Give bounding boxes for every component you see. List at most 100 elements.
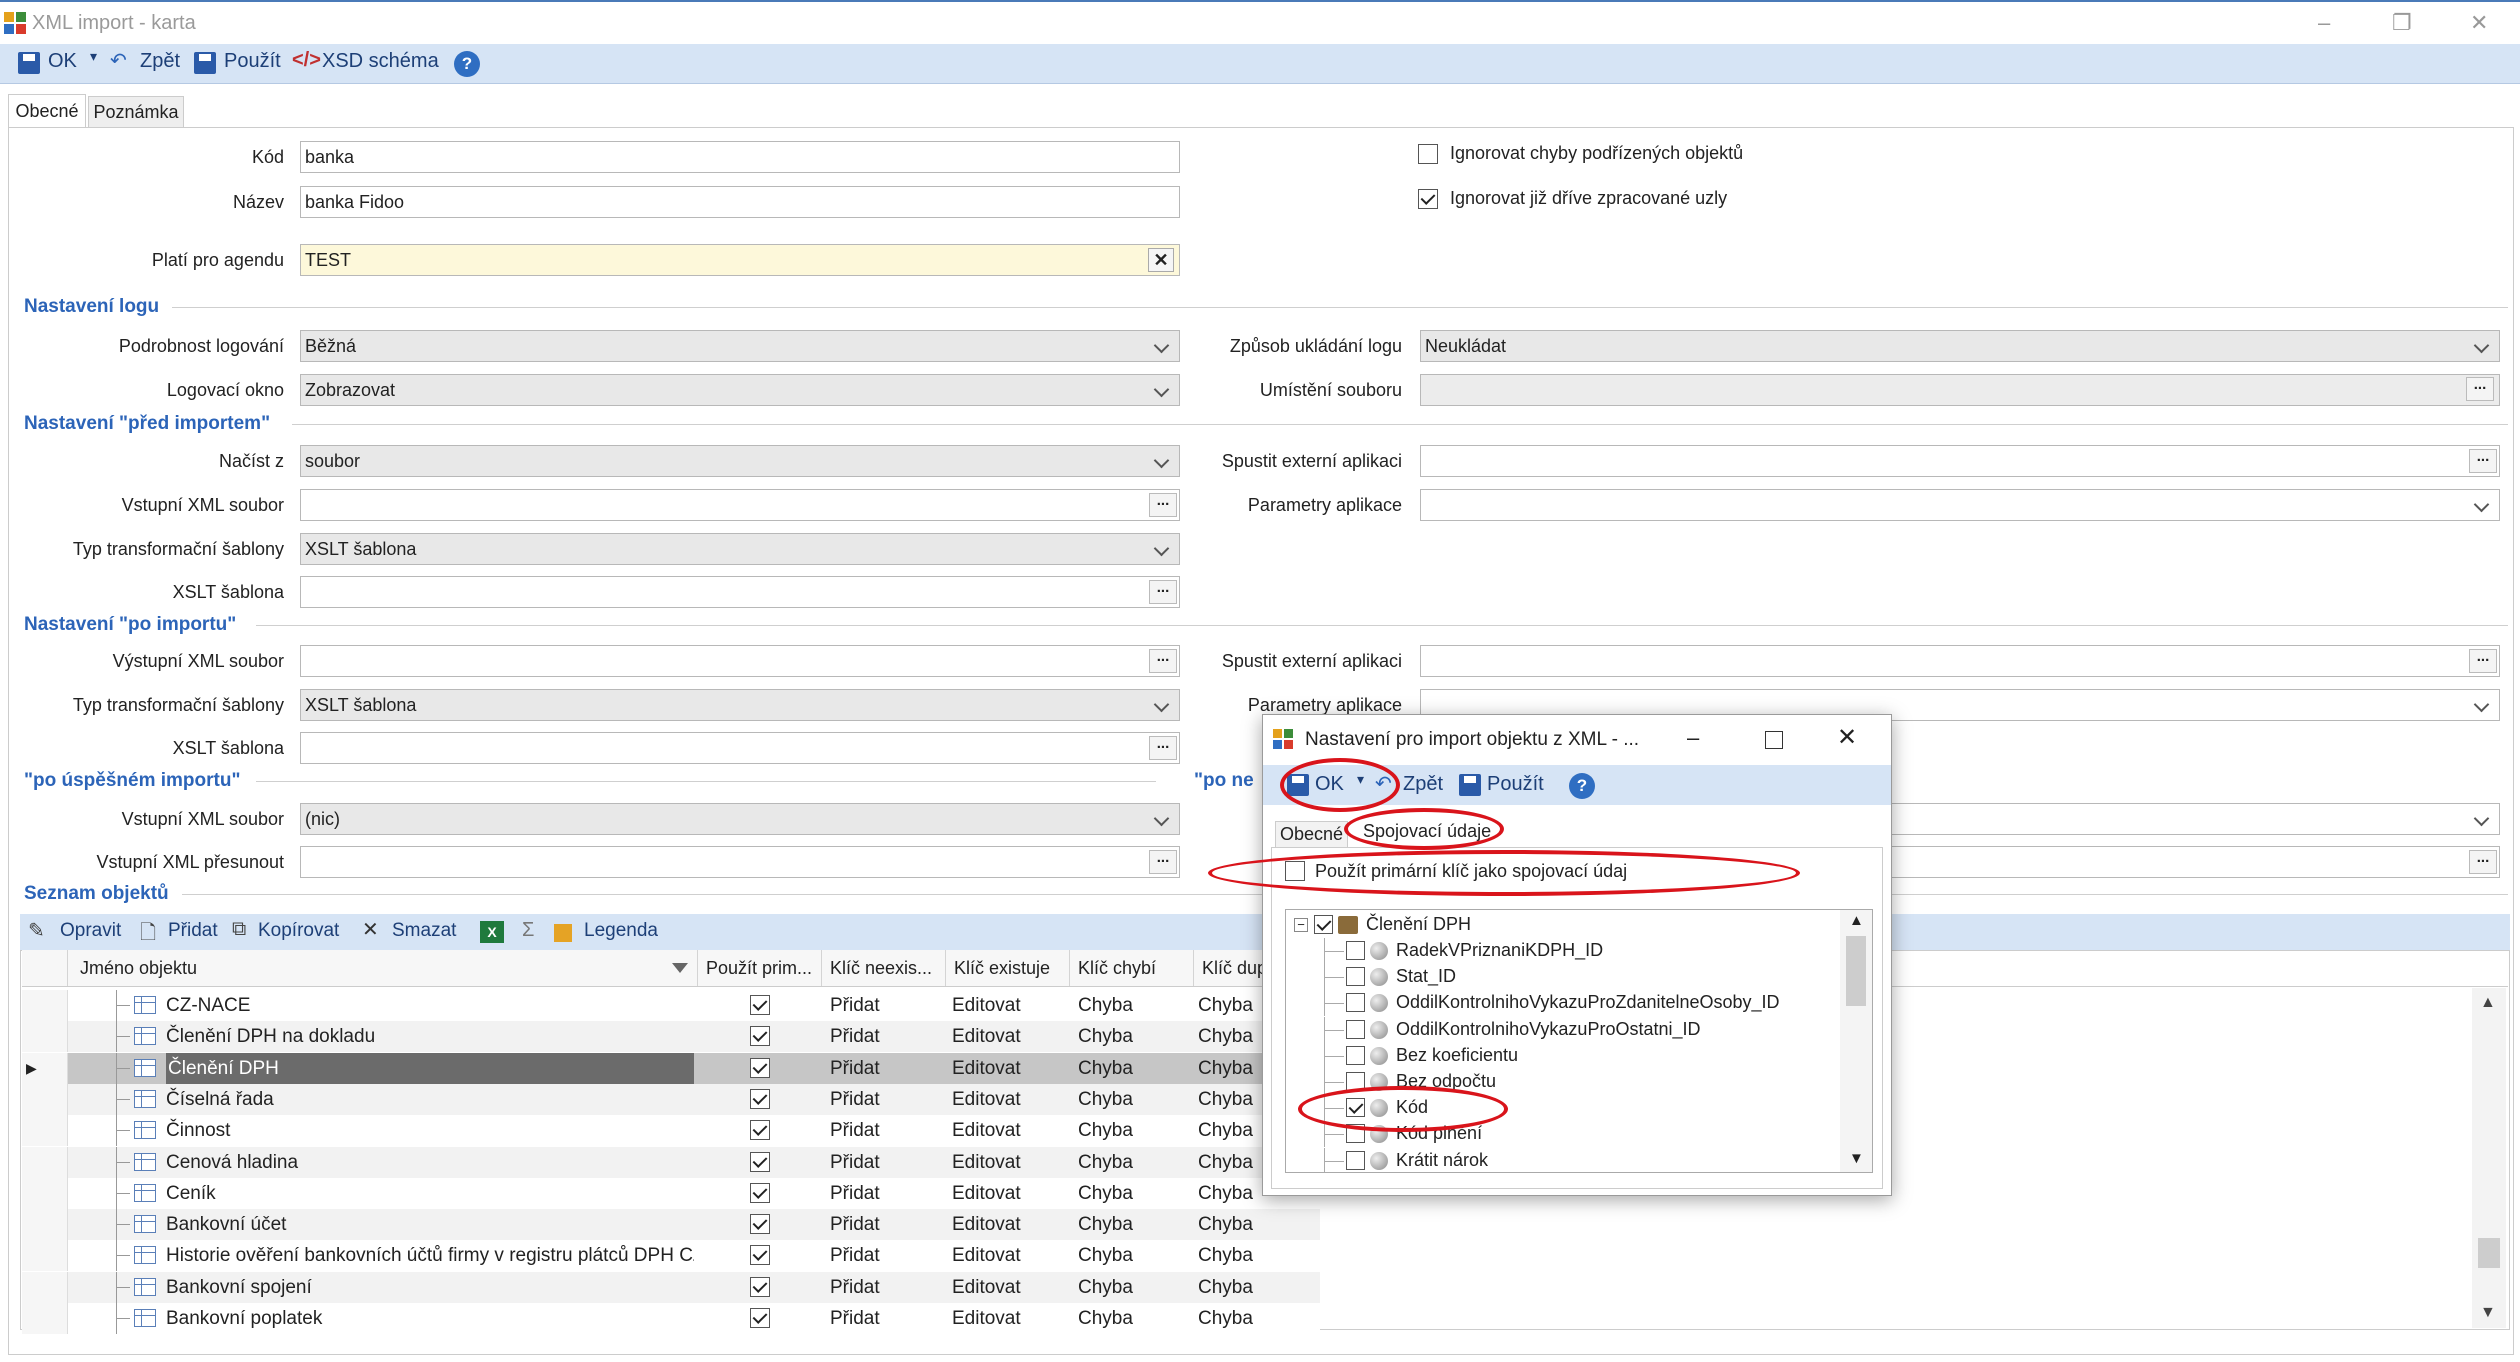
- dialog-close-button[interactable]: ✕: [1837, 723, 1857, 752]
- add-button[interactable]: Přidat: [168, 920, 218, 942]
- tree-item-checkbox[interactable]: [1346, 1046, 1365, 1065]
- key-exists-cell[interactable]: Editovat: [952, 1178, 1072, 1209]
- key-missing-cell[interactable]: Chyba: [1078, 1209, 1198, 1240]
- key-missing-cell[interactable]: Chyba: [1078, 1147, 1198, 1178]
- post-xslt-field[interactable]: ...: [300, 732, 1180, 764]
- use-pk-checkbox[interactable]: [750, 1183, 770, 1203]
- delete-button[interactable]: Smazat: [392, 920, 456, 942]
- tree-item[interactable]: Bez koeficientu: [1286, 1043, 1836, 1069]
- use-pk-checkbox[interactable]: [750, 1089, 770, 1109]
- move-input-xml-browse-button[interactable]: ...: [1149, 850, 1177, 874]
- col-header-key-exists[interactable]: Klíč existuje: [946, 950, 1070, 986]
- key-missing-cell[interactable]: Chyba: [1078, 1021, 1198, 1052]
- scroll-thumb[interactable]: [2478, 1238, 2500, 1268]
- log-detail-select[interactable]: Běžná: [300, 330, 1180, 362]
- ignore-child-errors-checkbox[interactable]: [1418, 144, 1438, 164]
- clear-agenda-button[interactable]: ✕: [1148, 248, 1174, 272]
- use-pk-checkbox[interactable]: [750, 1120, 770, 1140]
- tree-item[interactable]: RadekVPriznaniKDPH_ID: [1286, 938, 1836, 964]
- row-indicator[interactable]: [22, 1272, 68, 1303]
- key-exists-cell[interactable]: Editovat: [952, 1209, 1072, 1240]
- tree-item-checkbox[interactable]: [1346, 941, 1365, 960]
- pre-app-params-select[interactable]: [1420, 489, 2500, 521]
- key-not-exists-cell[interactable]: Přidat: [830, 1115, 950, 1146]
- legend-button[interactable]: Legenda: [584, 920, 658, 942]
- dialog-minimize-button[interactable]: –: [1687, 725, 1699, 751]
- tree-root-checkbox[interactable]: [1314, 915, 1333, 934]
- table-row[interactable]: Členění DPH na dokladu Přidat Editovat Chyb…: [22, 1021, 1320, 1052]
- table-row[interactable]: Ceník Přidat Editovat Chyba Chyba: [22, 1178, 1320, 1209]
- key-not-exists-cell[interactable]: Přidat: [830, 1272, 950, 1303]
- key-exists-cell[interactable]: Editovat: [952, 1115, 1072, 1146]
- table-row[interactable]: Činnost Přidat Editovat Chyba Chyba: [22, 1115, 1320, 1146]
- log-window-select[interactable]: Zobrazovat: [300, 374, 1180, 406]
- dialog-apply-button[interactable]: Použít: [1487, 773, 1544, 796]
- key-exists-cell[interactable]: Editovat: [952, 1240, 1072, 1271]
- output-xml-field[interactable]: ...: [300, 645, 1180, 677]
- row-indicator[interactable]: [22, 1209, 68, 1240]
- ok-dropdown-icon[interactable]: ▾: [90, 48, 97, 65]
- nazev-field[interactable]: banka Fidoo: [300, 186, 1180, 218]
- tree-scrollbar[interactable]: ▲ ▼: [1840, 910, 1872, 1172]
- row-indicator[interactable]: ▶: [22, 1053, 68, 1084]
- key-exists-cell[interactable]: Editovat: [952, 1147, 1072, 1178]
- use-pk-checkbox[interactable]: [750, 1245, 770, 1265]
- col-header-key-not-exists[interactable]: Klíč neexis...: [822, 950, 946, 986]
- row-indicator[interactable]: [22, 1303, 68, 1334]
- key-exists-cell[interactable]: Editovat: [952, 1021, 1072, 1052]
- load-from-select[interactable]: soubor: [300, 445, 1180, 477]
- table-row[interactable]: Číselná řada Přidat Editovat Chyba Chyba: [22, 1084, 1320, 1115]
- key-missing-cell[interactable]: Chyba: [1078, 1303, 1198, 1334]
- key-missing-cell[interactable]: Chyba: [1078, 1272, 1198, 1303]
- row-indicator[interactable]: [22, 1147, 68, 1178]
- kod-field[interactable]: banka: [300, 141, 1180, 173]
- row-indicator[interactable]: [22, 1084, 68, 1115]
- apply-button[interactable]: Použít: [224, 50, 281, 73]
- success-input-xml-select[interactable]: (nic): [300, 803, 1180, 835]
- use-pk-checkbox[interactable]: [750, 1214, 770, 1234]
- tab-obecne[interactable]: Obecné: [8, 94, 86, 128]
- tree-scroll-up-arrow[interactable]: ▲: [1849, 912, 1864, 929]
- pre-run-app-field[interactable]: ...: [1420, 445, 2500, 477]
- col-header-name[interactable]: Jméno objektu: [68, 950, 698, 986]
- row-indicator[interactable]: [22, 1240, 68, 1271]
- close-button[interactable]: ✕: [2470, 10, 2488, 36]
- tree-item[interactable]: OddilKontrolnihoVykazuProOstatni_ID: [1286, 1017, 1836, 1043]
- tree-item-checkbox[interactable]: [1346, 993, 1365, 1012]
- col-header-use-pk[interactable]: Použít prim...: [698, 950, 822, 986]
- row-indicator[interactable]: [22, 1178, 68, 1209]
- row-indicator[interactable]: [22, 990, 68, 1021]
- pre-template-type-select[interactable]: XSLT šablona: [300, 533, 1180, 565]
- key-exists-cell[interactable]: Editovat: [952, 1084, 1072, 1115]
- key-missing-cell[interactable]: Chyba: [1078, 1178, 1198, 1209]
- scroll-up-arrow[interactable]: ▲: [2480, 994, 2496, 1012]
- key-exists-cell[interactable]: Editovat: [952, 1303, 1072, 1334]
- key-missing-cell[interactable]: Chyba: [1078, 990, 1198, 1021]
- sum-icon[interactable]: Σ: [522, 919, 534, 942]
- key-exists-cell[interactable]: Editovat: [952, 990, 1072, 1021]
- use-pk-checkbox[interactable]: [750, 1026, 770, 1046]
- row-indicator[interactable]: [22, 1115, 68, 1146]
- tree-item[interactable]: Stat_ID: [1286, 964, 1836, 990]
- post-run-app-field[interactable]: ...: [1420, 645, 2500, 677]
- key-dup-cell[interactable]: Chyba: [1198, 1209, 1318, 1240]
- tree-scroll-thumb[interactable]: [1846, 936, 1866, 1006]
- table-row[interactable]: Bankovní účet Přidat Editovat Chyba Chyba: [22, 1209, 1320, 1240]
- tree-item[interactable]: Krátit nárok: [1286, 1148, 1836, 1172]
- post-template-type-select[interactable]: XSLT šablona: [300, 689, 1180, 721]
- key-exists-cell[interactable]: Editovat: [952, 1053, 1072, 1084]
- back-button[interactable]: Zpět: [140, 50, 180, 73]
- table-row[interactable]: ▶ Členění DPH Přidat Editovat Chyba Chyba: [22, 1053, 1320, 1084]
- key-dup-cell[interactable]: Chyba: [1198, 1303, 1318, 1334]
- table-row[interactable]: Historie ověření bankovních účtů firmy v…: [22, 1240, 1320, 1271]
- fail-move-browse-button[interactable]: ...: [2469, 850, 2497, 874]
- dialog-help-icon[interactable]: ?: [1569, 773, 1595, 799]
- minimize-button[interactable]: –: [2318, 10, 2330, 36]
- pre-run-app-browse-button[interactable]: ...: [2469, 449, 2497, 473]
- use-pk-checkbox[interactable]: [750, 995, 770, 1015]
- key-not-exists-cell[interactable]: Přidat: [830, 1084, 950, 1115]
- grid-scrollbar[interactable]: ▲ ▼: [2472, 988, 2506, 1328]
- tree-scroll-down-arrow[interactable]: ▼: [1849, 1150, 1864, 1167]
- agenda-field[interactable]: TEST: [300, 244, 1180, 276]
- tree-item-checkbox[interactable]: [1346, 967, 1365, 986]
